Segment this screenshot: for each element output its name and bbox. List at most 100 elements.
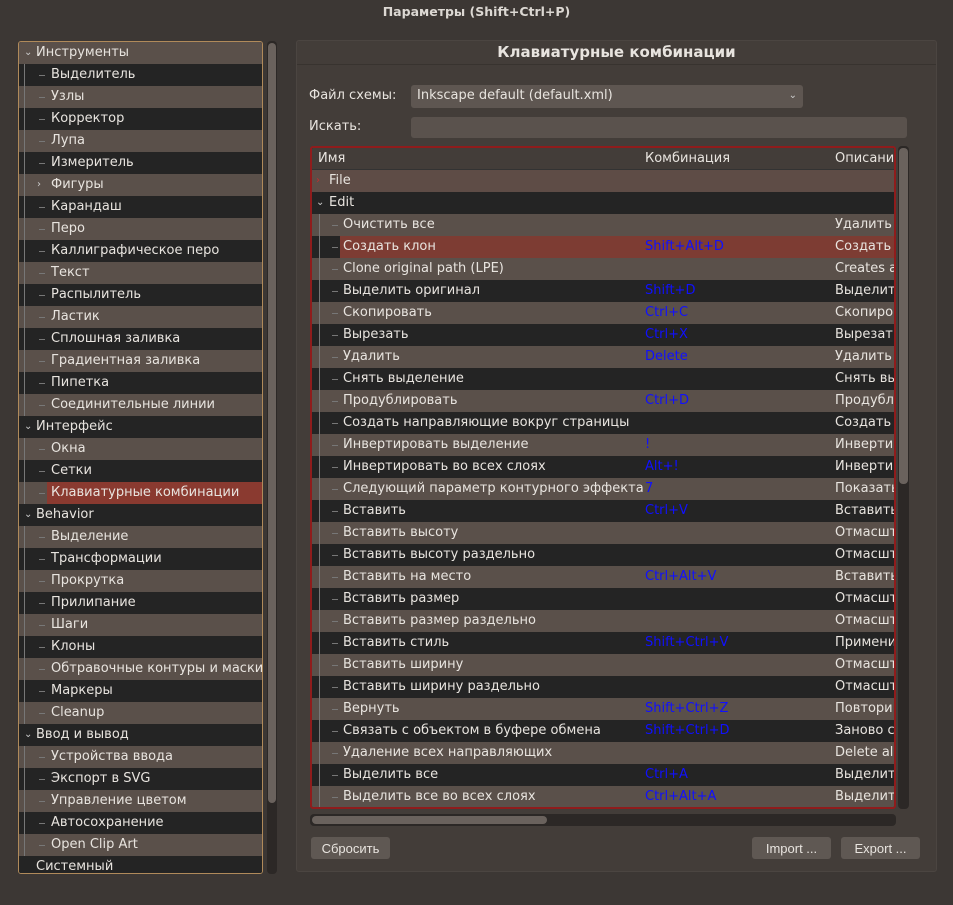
shortcut-cell[interactable]: Ctrl+C bbox=[645, 302, 688, 324]
sidebar-item[interactable]: Обтравочные контуры и маски bbox=[19, 658, 262, 680]
sidebar-item[interactable]: Cleanup bbox=[19, 702, 262, 724]
chevron-right-icon[interactable]: › bbox=[316, 170, 320, 192]
shortcut-cell[interactable]: Ctrl+X bbox=[645, 324, 688, 346]
export-button[interactable]: Export ... bbox=[841, 837, 920, 859]
sidebar-item[interactable]: Карандаш bbox=[19, 196, 262, 218]
sidebar-item[interactable]: Клоны bbox=[19, 636, 262, 658]
table-row[interactable]: Вставить на место Ctrl+Alt+V Вставить bbox=[312, 566, 894, 588]
sidebar-item[interactable]: Шаги bbox=[19, 614, 262, 636]
sidebar-item[interactable]: Ластик bbox=[19, 306, 262, 328]
sidebar-item[interactable]: Лупа bbox=[19, 130, 262, 152]
table-row[interactable]: Вставить Ctrl+V Вставить bbox=[312, 500, 894, 522]
table-row[interactable]: Вставить высоту раздельно Отмасшт bbox=[312, 544, 894, 566]
shortcut-cell[interactable]: ! bbox=[645, 434, 650, 456]
sidebar-item[interactable]: Выделение bbox=[19, 526, 262, 548]
sidebar-item[interactable]: Управление цветом bbox=[19, 790, 262, 812]
shortcut-cell[interactable]: 7 bbox=[645, 478, 653, 500]
group-row[interactable]: › File bbox=[312, 170, 894, 192]
table-row[interactable]: Создать клон Shift+Alt+D Создать к bbox=[312, 236, 894, 258]
sidebar-item[interactable]: Автосохранение bbox=[19, 812, 262, 834]
sidebar-item[interactable]: Прокрутка bbox=[19, 570, 262, 592]
sidebar-item[interactable]: ⌄ Интерфейс bbox=[19, 416, 262, 438]
table-row[interactable]: Вернуть Shift+Ctrl+Z Повтори bbox=[312, 698, 894, 720]
sidebar-item[interactable]: Устройства ввода bbox=[19, 746, 262, 768]
table-row[interactable]: Инвертировать выделение! Инверти bbox=[312, 434, 894, 456]
table-row[interactable]: Выделить все во всех слоях Ctrl+Alt+A Выде… bbox=[312, 786, 894, 807]
table-row[interactable]: Вставить стиль Shift+Ctrl+V Примени bbox=[312, 632, 894, 654]
sidebar-item[interactable]: Соединительные линии bbox=[19, 394, 262, 416]
sidebar-item[interactable]: ⌄ Инструменты bbox=[19, 42, 262, 64]
sidebar-item[interactable]: Прилипание bbox=[19, 592, 262, 614]
sidebar-item[interactable]: Маркеры bbox=[19, 680, 262, 702]
table-row[interactable]: Вставить размер Отмасшт bbox=[312, 588, 894, 610]
column-description[interactable]: Описани bbox=[835, 148, 894, 170]
table-row[interactable]: Удалить Delete Удалить bbox=[312, 346, 894, 368]
reset-button[interactable]: Сбросить bbox=[311, 837, 390, 859]
table-row[interactable]: Выделить оригинал Shift+D Выделит bbox=[312, 280, 894, 302]
table-row[interactable]: Вставить размер раздельно Отмасшт bbox=[312, 610, 894, 632]
sidebar-item[interactable]: Распылитель bbox=[19, 284, 262, 306]
shortcut-cell[interactable]: Ctrl+Alt+A bbox=[645, 786, 716, 807]
table-row[interactable]: Вставить ширину раздельно Отмасшт bbox=[312, 676, 894, 698]
sidebar-item[interactable]: Пипетка bbox=[19, 372, 262, 394]
table-row[interactable]: Инвертировать во всех слоях Alt+! Инверти bbox=[312, 456, 894, 478]
sidebar-item[interactable]: ⌄ Behavior bbox=[19, 504, 262, 526]
table-vscrollbar[interactable] bbox=[898, 146, 909, 809]
sidebar-item[interactable]: ⌄ Ввод и вывод bbox=[19, 724, 262, 746]
shortcut-cell[interactable]: Shift+D bbox=[645, 280, 695, 302]
shortcut-cell[interactable]: Shift+Alt+D bbox=[645, 236, 724, 258]
tree-scrollbar-thumb[interactable] bbox=[268, 43, 276, 803]
sidebar-item[interactable]: Сетки bbox=[19, 460, 262, 482]
shortcut-cell[interactable]: Ctrl+Alt+V bbox=[645, 566, 716, 588]
table-hscrollbar[interactable] bbox=[310, 814, 896, 826]
sidebar-item[interactable]: Перо bbox=[19, 218, 262, 240]
shortcut-cell[interactable]: Shift+Ctrl+D bbox=[645, 720, 729, 742]
table-vscrollbar-thumb[interactable] bbox=[899, 148, 908, 484]
sidebar-item[interactable]: Градиентная заливка bbox=[19, 350, 262, 372]
shortcut-cell[interactable]: Shift+Ctrl+Z bbox=[645, 698, 728, 720]
table-row[interactable]: Снять выделение Снять вы bbox=[312, 368, 894, 390]
table-row[interactable]: Скопировать Ctrl+C Скопиров bbox=[312, 302, 894, 324]
tree-scrollbar[interactable] bbox=[267, 41, 277, 874]
sidebar-item[interactable]: Корректор bbox=[19, 108, 262, 130]
table-row[interactable]: Создать направляющие вокруг страницы Созд… bbox=[312, 412, 894, 434]
group-row[interactable]: ⌄ Edit bbox=[312, 192, 894, 214]
sidebar-item[interactable]: Клавиатурные комбинации bbox=[19, 482, 262, 504]
search-input[interactable] bbox=[411, 117, 907, 138]
sidebar-item[interactable]: Open Clip Art bbox=[19, 834, 262, 856]
table-row[interactable]: Связать с объектом в буфере обмена Shift+… bbox=[312, 720, 894, 742]
scheme-select[interactable]: Inkscape default (default.xml) ⌄ bbox=[411, 85, 803, 108]
sidebar-item[interactable]: Узлы bbox=[19, 86, 262, 108]
table-row[interactable]: Вырезать Ctrl+X Вырезат bbox=[312, 324, 894, 346]
import-button[interactable]: Import ... bbox=[752, 837, 831, 859]
table-row[interactable]: Выделить все Ctrl+A Выделит bbox=[312, 764, 894, 786]
shortcuts-table[interactable]: Имя Комбинация Описани › File ⌄ Edit Очистит… bbox=[310, 146, 896, 809]
shortcut-cell[interactable]: Delete bbox=[645, 346, 688, 368]
chevron-down-icon[interactable]: ⌄ bbox=[316, 192, 324, 214]
table-row[interactable]: Вставить ширину Отмасшт bbox=[312, 654, 894, 676]
sidebar-item[interactable]: Системный bbox=[19, 856, 262, 873]
column-shortcut[interactable]: Комбинация bbox=[645, 148, 730, 170]
shortcut-cell[interactable]: Ctrl+D bbox=[645, 390, 689, 412]
chevron-down-icon[interactable]: ⌄ bbox=[24, 42, 32, 64]
table-row[interactable]: Удаление всех направляющих Delete al bbox=[312, 742, 894, 764]
sidebar-item[interactable]: › Фигуры bbox=[19, 174, 262, 196]
sidebar-item[interactable]: Сплошная заливка bbox=[19, 328, 262, 350]
table-row[interactable]: Очистить все Удалить bbox=[312, 214, 894, 236]
sidebar-item[interactable]: Выделитель bbox=[19, 64, 262, 86]
sidebar-item[interactable]: Экспорт в SVG bbox=[19, 768, 262, 790]
preferences-tree[interactable]: ⌄ Инструменты Выделитель Узлы Корректор Лупа И… bbox=[18, 41, 263, 874]
table-row[interactable]: Вставить высоту Отмасшт bbox=[312, 522, 894, 544]
table-row[interactable]: Clone original path (LPE) Creates a bbox=[312, 258, 894, 280]
chevron-down-icon[interactable]: ⌄ bbox=[24, 504, 32, 526]
shortcut-cell[interactable]: Shift+Ctrl+V bbox=[645, 632, 728, 654]
sidebar-item[interactable]: Измеритель bbox=[19, 152, 262, 174]
sidebar-item[interactable]: Каллиграфическое перо bbox=[19, 240, 262, 262]
chevron-down-icon[interactable]: ⌄ bbox=[24, 416, 32, 438]
shortcut-cell[interactable]: Ctrl+A bbox=[645, 764, 688, 786]
shortcut-cell[interactable]: Ctrl+V bbox=[645, 500, 688, 522]
chevron-down-icon[interactable]: ⌄ bbox=[24, 724, 32, 746]
chevron-right-icon[interactable]: › bbox=[37, 174, 41, 196]
table-hscrollbar-thumb[interactable] bbox=[312, 816, 547, 824]
sidebar-item[interactable]: Текст bbox=[19, 262, 262, 284]
